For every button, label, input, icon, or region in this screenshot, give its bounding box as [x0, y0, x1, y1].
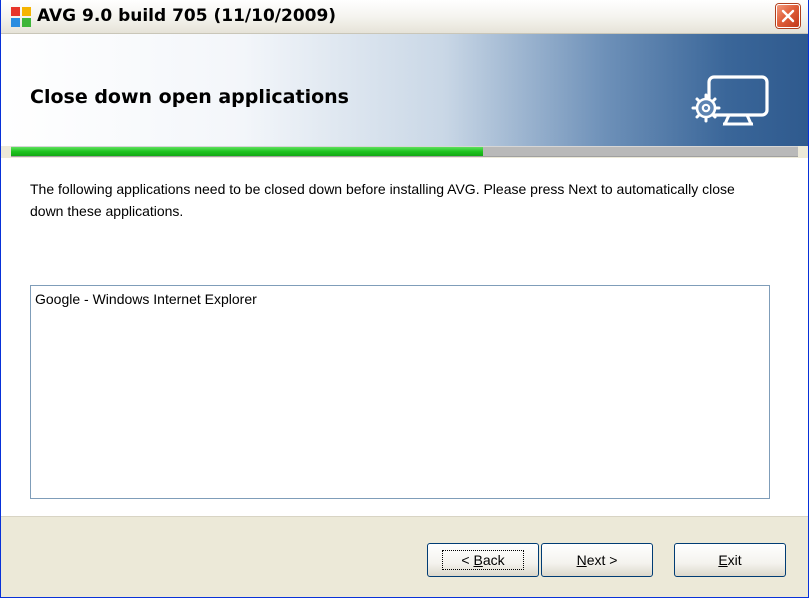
page-title: Close down open applications	[30, 86, 349, 108]
content-area: The following applications need to be cl…	[1, 158, 808, 516]
avg-logo-icon	[11, 7, 31, 27]
back-button[interactable]: < Back	[427, 543, 539, 577]
next-button[interactable]: Next >	[541, 543, 653, 577]
window-title: AVG 9.0 build 705 (11/10/2009)	[37, 6, 337, 26]
monitor-gear-icon	[691, 75, 769, 126]
button-bar: < Back Next > Exit	[1, 516, 808, 597]
close-icon	[781, 9, 795, 23]
progress-fill	[11, 147, 484, 156]
close-button[interactable]	[776, 4, 800, 28]
exit-button-label: Exit	[718, 552, 742, 568]
instruction-text: The following applications need to be cl…	[30, 181, 735, 219]
title-bar[interactable]: AVG 9.0 build 705 (11/10/2009)	[1, 0, 808, 34]
applications-list[interactable]: Google - Windows Internet Explorer	[30, 285, 770, 499]
installation-progress-bar	[11, 146, 798, 157]
next-button-label: Next >	[576, 552, 618, 568]
installer-window: AVG 9.0 build 705 (11/10/2009) Close dow…	[0, 0, 809, 598]
back-button-focus: < Back	[442, 550, 524, 570]
header-banner: Close down open applications	[1, 34, 808, 146]
application-list-item[interactable]: Google - Windows Internet Explorer	[35, 289, 765, 309]
exit-button[interactable]: Exit	[674, 543, 786, 577]
